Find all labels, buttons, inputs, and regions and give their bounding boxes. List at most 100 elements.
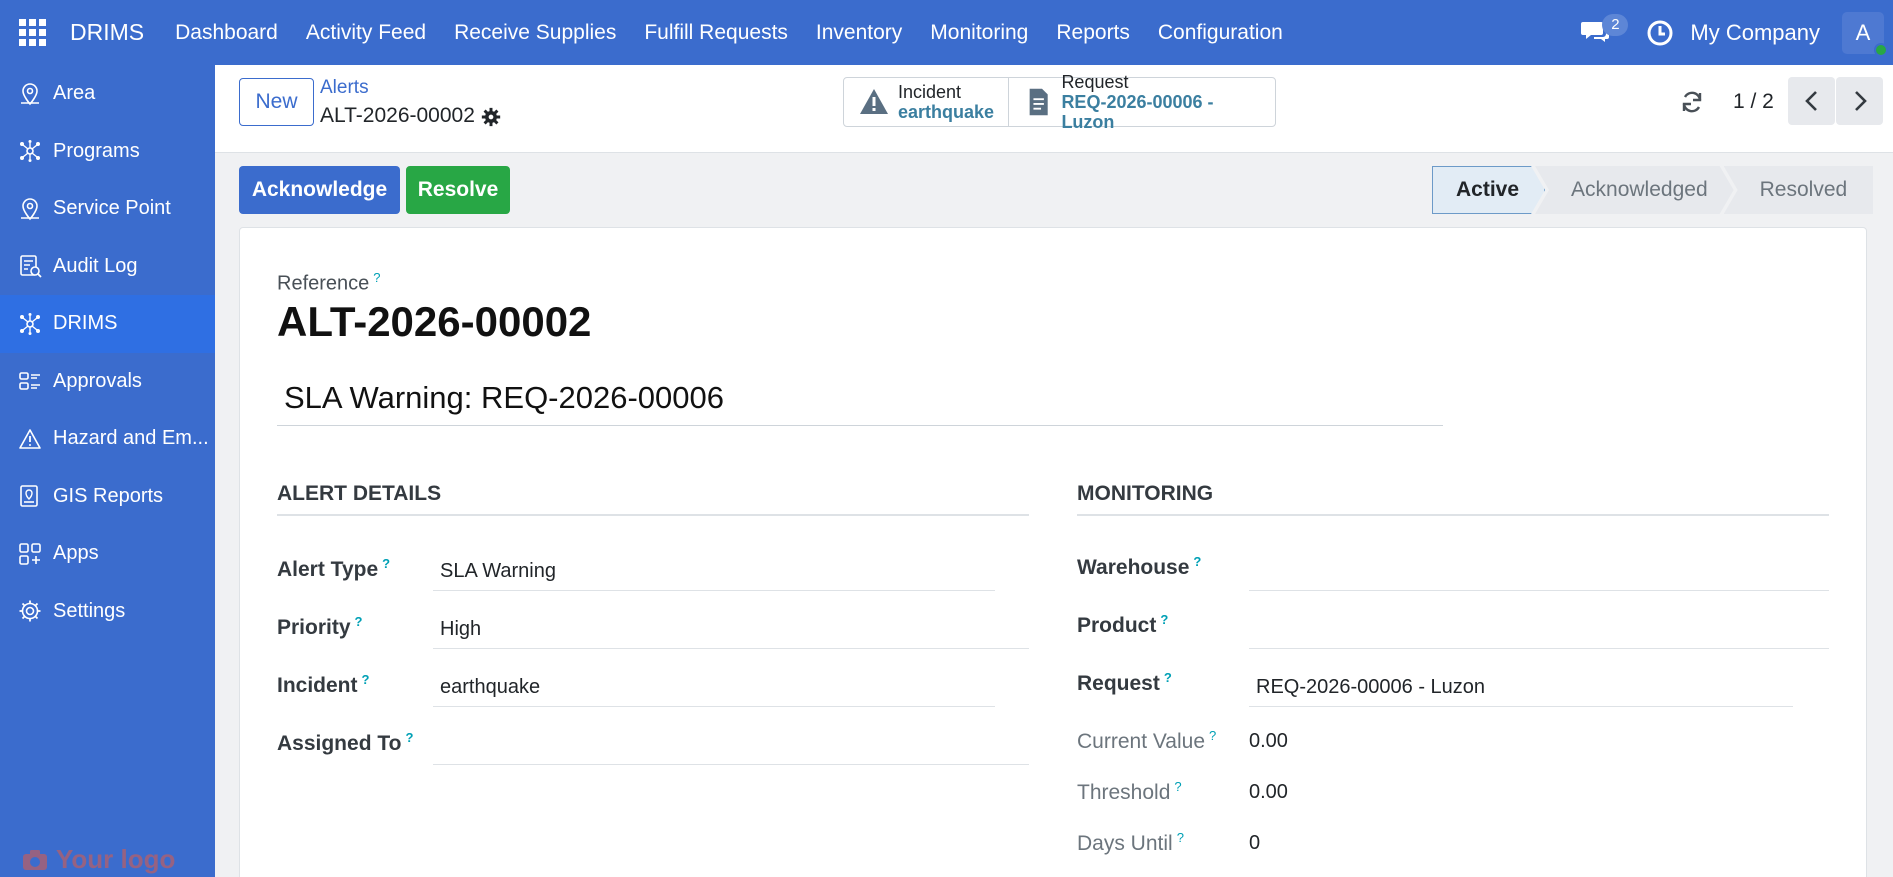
network-icon bbox=[20, 140, 40, 163]
top-menu: Dashboard Activity Feed Receive Supplies… bbox=[161, 0, 1297, 65]
warehouse-field[interactable] bbox=[1249, 556, 1829, 591]
help-tooltip-icon[interactable]: ? bbox=[355, 614, 363, 629]
status-bar: Active Acknowledged Resolved bbox=[1432, 166, 1874, 214]
sidebar-item-audit-log[interactable]: Audit Log bbox=[0, 238, 215, 296]
alert-details-heading: ALERT DETAILS bbox=[277, 482, 1029, 516]
help-tooltip-icon[interactable]: ? bbox=[1193, 554, 1201, 569]
smart-buttons: Incident earthquake Request REQ-2026-000… bbox=[843, 72, 1276, 132]
apps-menu-icon[interactable] bbox=[19, 18, 47, 47]
acknowledge-button[interactable]: Acknowledge bbox=[239, 166, 400, 214]
map-icon bbox=[20, 485, 38, 508]
menu-fulfill-requests[interactable]: Fulfill Requests bbox=[630, 0, 802, 65]
assigned-to-field[interactable] bbox=[433, 730, 1029, 765]
menu-dashboard[interactable]: Dashboard bbox=[161, 0, 292, 65]
sidebar: Area Programs Service Point Audit Log DR… bbox=[0, 65, 215, 877]
activity-button[interactable] bbox=[1646, 19, 1674, 47]
sidebar-item-approvals[interactable]: Approvals bbox=[0, 353, 215, 411]
request-label: Request? bbox=[1077, 670, 1172, 695]
control-panel: New Alerts ALT-2026-00002 Incident earth… bbox=[215, 65, 1893, 153]
help-tooltip-icon[interactable]: ? bbox=[405, 730, 413, 745]
menu-configuration[interactable]: Configuration bbox=[1144, 0, 1297, 65]
app-brand[interactable]: DRIMS bbox=[70, 19, 144, 46]
sidebar-item-label: Area bbox=[53, 82, 96, 105]
top-navbar: DRIMS Dashboard Activity Feed Receive Su… bbox=[0, 0, 1893, 65]
sidebar-item-gis-reports[interactable]: GIS Reports bbox=[0, 468, 215, 526]
audit-icon bbox=[20, 255, 42, 278]
sidebar-item-label: Approvals bbox=[53, 369, 142, 392]
sidebar-item-label: Service Point bbox=[53, 197, 171, 220]
warehouse-label: Warehouse? bbox=[1077, 554, 1202, 579]
days-until-field: 0 bbox=[1249, 832, 1261, 854]
warning-icon bbox=[860, 89, 888, 114]
help-tooltip-icon[interactable]: ? bbox=[373, 270, 380, 285]
sidebar-item-label: Programs bbox=[53, 139, 140, 162]
priority-label: Priority? bbox=[277, 614, 363, 639]
apps-icon bbox=[19, 542, 41, 565]
pager-next-button[interactable] bbox=[1836, 77, 1883, 125]
sidebar-item-hazard[interactable]: Hazard and Em... bbox=[0, 410, 215, 468]
form-sheet: Reference? ALT-2026-00002 SLA Warning: R… bbox=[239, 227, 1867, 877]
document-icon bbox=[1029, 88, 1048, 116]
menu-reports[interactable]: Reports bbox=[1042, 0, 1144, 65]
monitoring-heading: MONITORING bbox=[1077, 482, 1829, 516]
gear-icon[interactable] bbox=[480, 106, 502, 128]
menu-monitoring[interactable]: Monitoring bbox=[916, 0, 1042, 65]
menu-receive-supplies[interactable]: Receive Supplies bbox=[440, 0, 630, 65]
help-tooltip-icon[interactable]: ? bbox=[1209, 728, 1216, 743]
help-tooltip-icon[interactable]: ? bbox=[1164, 670, 1172, 685]
sidebar-item-drims[interactable]: DRIMS bbox=[0, 295, 215, 353]
sidebar-item-label: Audit Log bbox=[53, 254, 138, 277]
stage-acknowledged[interactable]: Acknowledged bbox=[1535, 166, 1734, 214]
smart-button-value: earthquake bbox=[898, 102, 995, 122]
new-button[interactable]: New bbox=[239, 78, 314, 126]
messaging-button[interactable]: 2 bbox=[1580, 13, 1629, 48]
help-tooltip-icon[interactable]: ? bbox=[382, 556, 390, 571]
help-tooltip-icon[interactable]: ? bbox=[1174, 779, 1181, 794]
sidebar-item-programs[interactable]: Programs bbox=[0, 123, 215, 181]
resolve-button[interactable]: Resolve bbox=[406, 166, 510, 214]
stage-resolved[interactable]: Resolved bbox=[1723, 166, 1874, 214]
breadcrumb-current-record: ALT-2026-00002 bbox=[320, 104, 475, 127]
current-value-field: 0.00 bbox=[1249, 730, 1288, 752]
product-field[interactable] bbox=[1249, 614, 1829, 649]
menu-activity-feed[interactable]: Activity Feed bbox=[292, 0, 440, 65]
incident-field[interactable]: earthquake bbox=[433, 672, 995, 707]
reference-value: ALT-2026-00002 bbox=[277, 298, 592, 345]
breadcrumb-alerts[interactable]: Alerts bbox=[320, 77, 369, 99]
pager-value[interactable]: 1 / 2 bbox=[1733, 90, 1774, 114]
menu-inventory[interactable]: Inventory bbox=[802, 0, 916, 65]
pin-icon bbox=[21, 197, 39, 220]
sidebar-item-area[interactable]: Area bbox=[0, 65, 215, 123]
stage-active[interactable]: Active bbox=[1432, 166, 1545, 214]
company-logo: Your logo bbox=[22, 844, 175, 875]
systray: 2 My Company A bbox=[1580, 0, 1893, 65]
days-until-label: Days Until? bbox=[1077, 830, 1184, 855]
help-tooltip-icon[interactable]: ? bbox=[1177, 830, 1184, 845]
request-field[interactable]: REQ-2026-00006 - Luzon bbox=[1249, 672, 1793, 707]
user-avatar[interactable]: A bbox=[1842, 11, 1888, 57]
alert-type-field[interactable]: SLA Warning bbox=[433, 556, 995, 591]
sidebar-item-service-point[interactable]: Service Point bbox=[0, 180, 215, 238]
online-status-dot bbox=[1874, 42, 1888, 57]
request-smart-button[interactable]: Request REQ-2026-00006 - Luzon bbox=[1008, 72, 1275, 132]
sidebar-item-settings[interactable]: Settings bbox=[0, 583, 215, 641]
approvals-icon bbox=[19, 372, 40, 391]
sidebar-item-label: Settings bbox=[53, 599, 126, 622]
alert-name-field[interactable]: SLA Warning: REQ-2026-00006 bbox=[277, 380, 1443, 426]
current-value-label: Current Value? bbox=[1077, 728, 1217, 753]
reference-label: Reference? bbox=[277, 270, 381, 295]
priority-field[interactable]: High bbox=[433, 614, 1029, 649]
refresh-icon[interactable] bbox=[1680, 90, 1704, 114]
smart-button-value: REQ-2026-00006 - Luzon bbox=[1061, 92, 1214, 132]
pager-previous-button[interactable] bbox=[1788, 77, 1835, 125]
product-label: Product? bbox=[1077, 612, 1169, 637]
gear-icon bbox=[19, 600, 41, 622]
company-switcher[interactable]: My Company bbox=[1690, 20, 1820, 46]
incident-smart-button[interactable]: Incident earthquake bbox=[844, 78, 1008, 126]
help-tooltip-icon[interactable]: ? bbox=[362, 672, 370, 687]
smart-button-label: Request bbox=[1061, 72, 1129, 92]
sidebar-item-label: Hazard and Em... bbox=[53, 427, 209, 450]
help-tooltip-icon[interactable]: ? bbox=[1160, 612, 1168, 627]
clock-icon bbox=[1647, 20, 1673, 45]
sidebar-item-apps[interactable]: Apps bbox=[0, 525, 215, 583]
